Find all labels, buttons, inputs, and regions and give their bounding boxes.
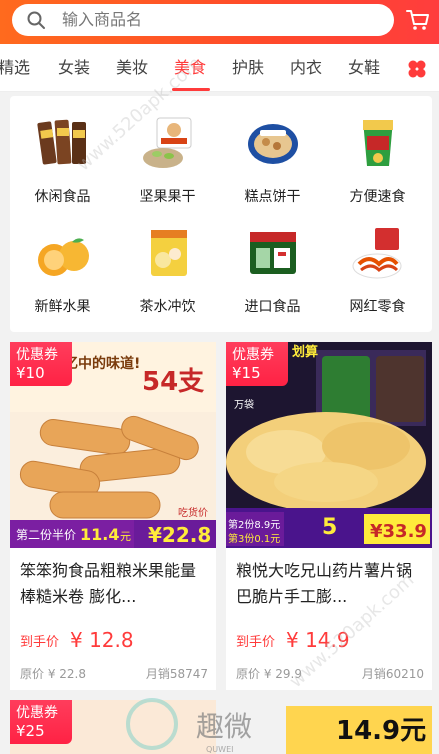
final-price: ¥ 12.8	[70, 628, 134, 652]
orange-icon	[38, 238, 89, 276]
banner-big-price: ¥33.9	[370, 521, 427, 542]
coupon-label: 优惠券	[16, 347, 58, 363]
coupon-value: ¥15	[232, 364, 261, 382]
tea-icon	[151, 230, 187, 276]
imported-food-icon	[250, 232, 296, 274]
banner-promo-word: 吃货价	[178, 506, 208, 519]
coupon-value: ¥25	[16, 722, 45, 740]
coupon-label: 优惠券	[232, 347, 274, 363]
search-input[interactable]: 输入商品名	[62, 10, 142, 30]
monthly-sales: 月销58747	[145, 667, 208, 681]
tab-neiyi[interactable]: 内衣	[290, 57, 322, 79]
category-label: 新鲜水果	[34, 299, 91, 315]
tab-nvxie[interactable]: 女鞋	[348, 57, 380, 79]
product-title: 笨笨狗食品粗粮米果能量棒糙米卷 膨化...	[20, 561, 197, 606]
category-item-imported[interactable]: 进口食品	[220, 214, 325, 324]
product-card[interactable]: 优惠券 ¥25	[10, 700, 216, 754]
instant-noodle-icon	[363, 120, 393, 166]
original-price: 原价 ¥ 29.9	[236, 667, 302, 681]
search-bar[interactable]: 输入商品名	[12, 4, 394, 36]
category-item-nuts[interactable]: 坚果果干	[115, 104, 220, 214]
banner-badge: 划算	[292, 344, 318, 360]
banner-small-price-unit: 元	[120, 530, 131, 543]
search-icon	[27, 11, 45, 29]
product-card[interactable]: 记忆中的味道! 54支 第二份半价 11.4 元 吃货价 ¥22.8 优惠券 ¥…	[10, 342, 216, 690]
banner-price: 14.9元	[336, 716, 427, 746]
banner-big-price: ¥22.8	[148, 523, 211, 547]
tab-meizhuang[interactable]: 美妆	[116, 57, 148, 79]
category-label: 网红零食	[349, 299, 406, 315]
coupon-value: ¥10	[16, 364, 45, 382]
category-item-fruit[interactable]: 新鲜水果	[10, 214, 115, 324]
category-label: 茶水冲饮	[139, 299, 196, 315]
banner-small-price: 11.4	[80, 525, 119, 544]
category-tabs: 精选 女装 美妆 美食 护肤 内衣 女鞋	[0, 44, 439, 92]
product-title: 粮悦大吃兄山药片薯片锅巴脆片手工膨...	[236, 561, 413, 606]
tab-nvzhuang[interactable]: 女装	[58, 57, 90, 79]
category-label: 糕点饼干	[244, 189, 301, 205]
coupon-label: 优惠券	[16, 705, 58, 721]
category-item-instant[interactable]: 方便速食	[325, 104, 430, 214]
coupon-badge: 优惠券 ¥15	[226, 342, 288, 386]
tab-hufu[interactable]: 护肤	[232, 57, 264, 79]
coupon-badge: 优惠券 ¥10	[10, 342, 72, 386]
cookie-icon	[248, 124, 298, 164]
coupon-badge: 优惠券 ¥25	[10, 700, 72, 744]
price-label: 到手价	[236, 635, 276, 650]
category-item-snack[interactable]: 休闲食品	[10, 104, 115, 214]
banner-tag: 第3份0.1元	[228, 532, 280, 545]
product-image: 记忆中的味道! 54支 第二份半价 11.4 元 吃货价 ¥22.8 优惠券 ¥…	[10, 342, 216, 548]
cart-icon[interactable]	[405, 7, 431, 33]
banner-tag: 第2份8.9元	[228, 518, 280, 531]
tab-meishi[interactable]: 美食	[174, 57, 206, 79]
original-price: 原价 ¥ 22.8	[20, 667, 86, 681]
tab-jingxuan[interactable]: 精选	[0, 57, 30, 79]
monthly-sales: 月销60210	[361, 667, 424, 681]
final-price: ¥ 14.9	[286, 628, 350, 652]
category-label: 进口食品	[244, 299, 301, 315]
category-label: 方便速食	[349, 189, 406, 205]
price-label: 到手价	[20, 635, 60, 650]
more-categories-icon[interactable]	[406, 58, 428, 80]
product-image: 划算 万袋 第2份8.9元 第3份0.1元 5 ¥33.9 优惠券 ¥15	[226, 342, 432, 548]
category-label: 休闲食品	[34, 189, 91, 205]
active-tab-indicator	[172, 88, 210, 91]
product-card[interactable]: 14.9元	[226, 700, 432, 754]
banner-bag: 万袋	[234, 398, 254, 411]
banner-tag: 第二份半价	[16, 528, 76, 542]
nuts-icon	[143, 117, 192, 168]
product-card[interactable]: 划算 万袋 第2份8.9元 第3份0.1元 5 ¥33.9 优惠券 ¥15 粮悦…	[226, 342, 432, 690]
hot-snack-icon	[352, 228, 402, 279]
category-item-hot-snack[interactable]: 网红零食	[325, 214, 430, 324]
snack-icon	[37, 119, 86, 165]
category-item-cookies[interactable]: 糕点饼干	[220, 104, 325, 214]
banner-headline: 54支	[142, 367, 204, 397]
category-grid: 休闲食品 坚果果干 糕点饼干 方便速食 新鲜水果 茶水冲饮 进口食品 网红零食	[10, 96, 432, 332]
top-bar: 输入商品名	[0, 0, 439, 44]
category-item-tea[interactable]: 茶水冲饮	[115, 214, 220, 324]
category-label: 坚果果干	[139, 189, 196, 205]
banner-count: 5	[322, 515, 337, 540]
